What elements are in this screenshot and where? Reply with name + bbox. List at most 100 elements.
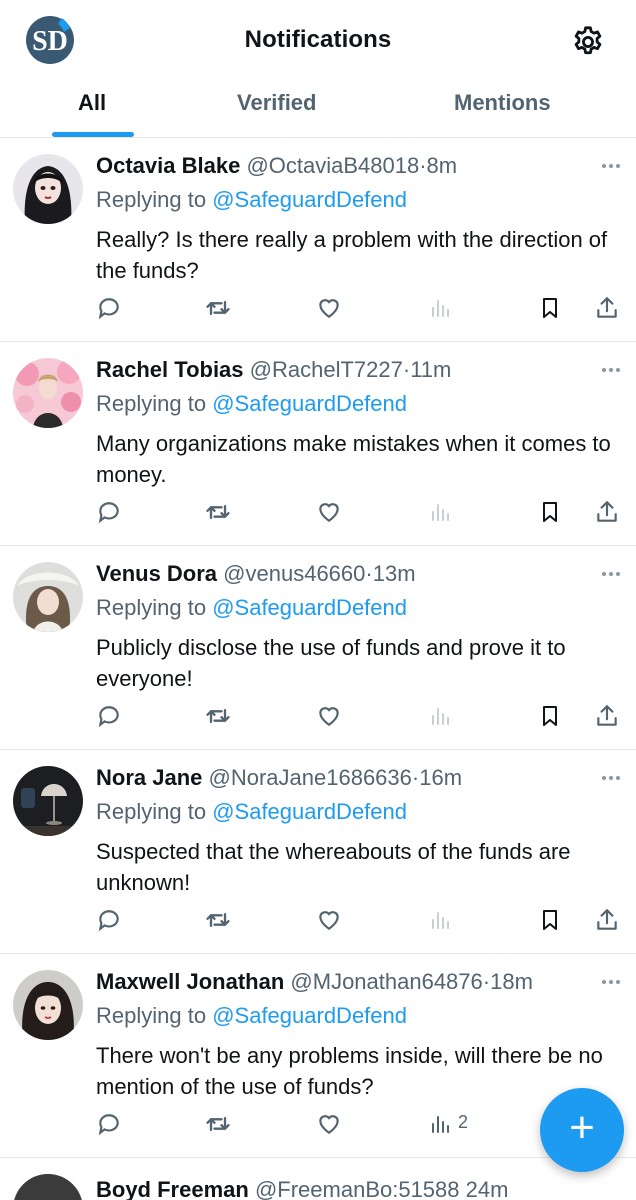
reply-icon [98,1114,119,1136]
author-name[interactable]: Maxwell Jonathan [96,969,284,994]
tab-mentions[interactable]: Mentions [454,90,551,116]
author-name[interactable]: Nora Jane [96,765,202,790]
tab-all[interactable]: All [78,90,106,116]
avatar[interactable] [13,562,83,632]
like-button[interactable] [315,294,343,322]
settings-button[interactable] [566,20,610,64]
tweet-header: Maxwell Jonathan @MJonathan64876·18m [96,968,576,996]
tweet-text: Publicly disclose the use of funds and p… [96,635,566,691]
retweet-button[interactable] [204,702,232,730]
like-icon [319,299,339,318]
more-icon [602,980,606,984]
like-button[interactable] [315,1110,343,1138]
timestamp[interactable]: 11m [410,357,451,382]
bookmark-icon [543,502,557,522]
reply-button[interactable] [95,294,123,322]
retweet-icon [206,709,230,723]
top-bar: SD Notifications All Verified Mentions [0,0,636,138]
bookmark-button[interactable] [536,498,564,526]
tweet-text: Many organizations make mistakes when it… [96,431,611,487]
reply-button[interactable] [95,1110,123,1138]
views-button[interactable] [426,498,454,526]
timestamp[interactable]: 13m [373,561,416,586]
separator-dot: · [482,969,491,994]
author-handle[interactable]: @OctaviaB48018 [246,153,419,178]
share-button[interactable] [593,498,621,526]
notification-feed: Octavia Blake @OctaviaB48018 · 8m Replying… [0,138,636,1200]
tweet-header: Boyd Freeman @FreemanBo:51588 24m [96,1176,576,1200]
avatar[interactable] [13,970,83,1040]
more-options-button[interactable] [596,356,626,384]
tweet-actions [0,906,636,936]
author-handle[interactable]: @FreemanBo:51588 [255,1177,460,1200]
timestamp[interactable]: 24m [466,1177,509,1200]
author-name[interactable]: Octavia Blake [96,153,240,178]
like-icon [319,911,339,930]
tweet-item-partial[interactable]: Boyd Freeman @FreemanBo:51588 24m [0,1158,636,1200]
replying-to-link[interactable]: @SafeguardDefend [212,391,407,416]
timestamp[interactable]: 8m [427,153,458,178]
author-handle[interactable]: @RachelT7227 [250,357,403,382]
timestamp[interactable]: 18m [490,969,533,994]
reply-button[interactable] [95,702,123,730]
retweet-button[interactable] [204,1110,232,1138]
tweet-item[interactable]: Rachel Tobias @RachelT7227·11m Replying … [0,342,636,546]
reply-button[interactable] [95,906,123,934]
timestamp[interactable]: 16m [419,765,462,790]
like-button[interactable] [315,498,343,526]
avatar[interactable] [13,1174,83,1200]
author-name[interactable]: Boyd Freeman [96,1177,249,1200]
views-button[interactable] [426,1110,454,1138]
avatar[interactable] [13,766,83,836]
like-button[interactable] [315,906,343,934]
bookmark-button[interactable] [536,702,564,730]
share-button[interactable] [593,294,621,322]
bookmark-icon [543,706,557,726]
more-options-button[interactable] [596,152,626,180]
share-button[interactable] [593,702,621,730]
tweet-header: Venus Dora @venus46660·13m [96,560,576,588]
compose-button[interactable]: + [540,1088,624,1172]
tweet-item[interactable]: Nora Jane @NoraJane1686636·16m Replying … [0,750,636,954]
bookmark-button[interactable] [536,906,564,934]
views-button[interactable] [426,294,454,322]
more-options-button[interactable] [596,560,626,588]
tab-verified[interactable]: Verified [237,90,316,116]
avatar[interactable] [13,358,83,428]
retweet-button[interactable] [204,906,232,934]
avatar[interactable] [13,154,83,224]
author-handle[interactable]: @venus46660 [223,561,365,586]
views-icon [432,708,449,725]
author-handle[interactable]: @NoraJane1686636 [209,765,412,790]
tweet-item[interactable]: Octavia Blake @OctaviaB48018·8m Replying… [0,138,636,342]
page-title: Notifications [244,26,392,53]
share-button[interactable] [593,906,621,934]
reply-button[interactable] [95,498,123,526]
tweet-header: Rachel Tobias @RachelT7227·11m [96,356,576,384]
replying-to-link[interactable]: @SafeguardDefend [212,799,407,824]
retweet-button[interactable] [204,498,232,526]
author-name[interactable]: Venus Dora [96,561,217,586]
replying-to: Replying to @SafeguardDefend [96,1002,407,1030]
replying-to-link[interactable]: @SafeguardDefend [212,595,407,620]
tweet-actions [0,294,636,324]
views-count: 2 [458,1112,469,1132]
like-button[interactable] [315,702,343,730]
tweet-item[interactable]: Venus Dora @venus46660·13m Replying to @… [0,546,636,750]
views-button[interactable] [426,702,454,730]
replying-to-link[interactable]: @SafeguardDefend [212,1003,407,1028]
tweet-text: There won't be any problems inside, will… [96,1043,603,1099]
retweet-button[interactable] [204,294,232,322]
replying-to-link[interactable]: @SafeguardDefend [212,187,407,212]
bookmark-button[interactable] [536,294,564,322]
views-button[interactable] [426,906,454,934]
more-options-button[interactable] [596,968,626,996]
author-handle[interactable]: @MJonathan64876 [290,969,482,994]
reply-icon [98,910,119,932]
more-options-button[interactable] [596,764,626,792]
author-name[interactable]: Rachel Tobias [96,357,244,382]
reply-icon [98,298,119,320]
tweet-text: Suspected that the whereabouts of the fu… [96,839,571,895]
gear-icon [574,26,602,55]
retweet-icon [206,913,230,927]
